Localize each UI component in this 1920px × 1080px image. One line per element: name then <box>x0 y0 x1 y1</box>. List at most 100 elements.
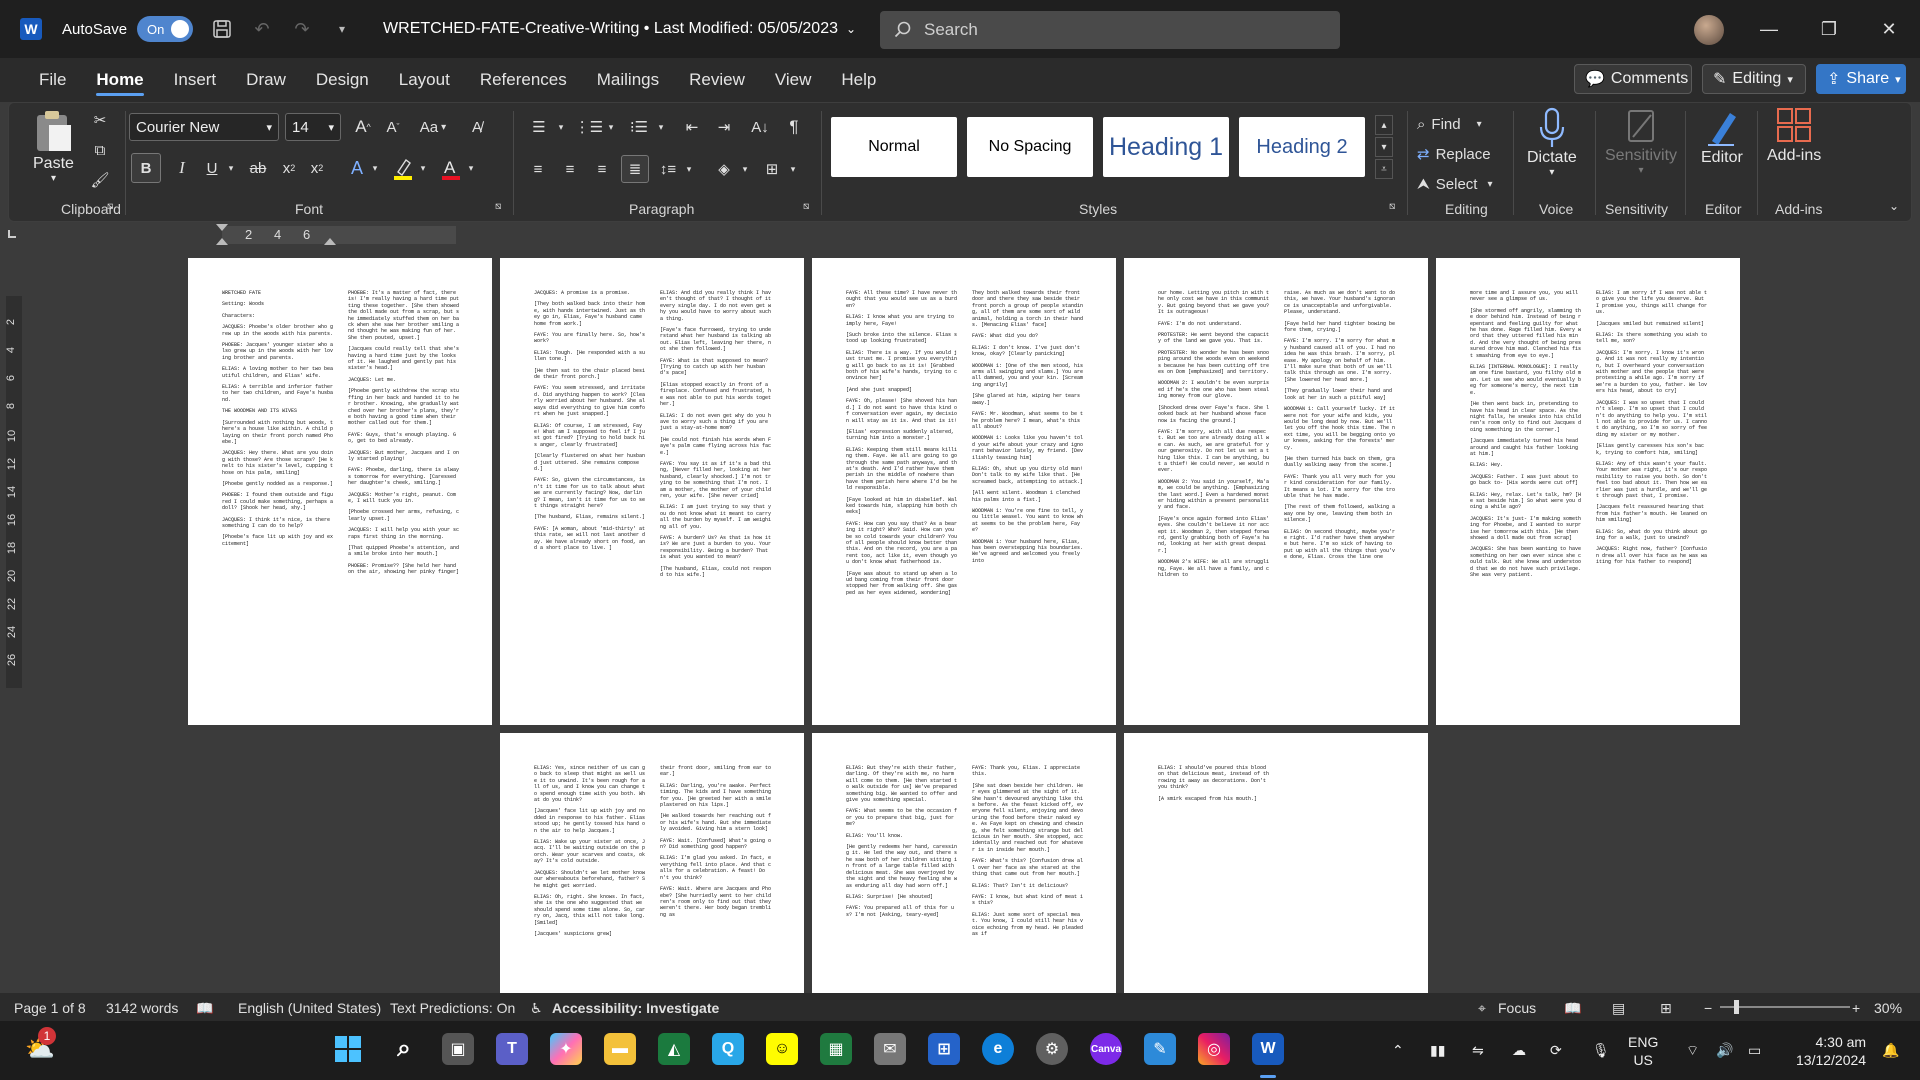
dialog-launcher-icon[interactable]: ⧅ <box>1389 201 1395 212</box>
sync-icon[interactable]: ⟳ <box>1550 1021 1562 1080</box>
read-mode-icon[interactable]: 📖 <box>1564 1000 1581 1017</box>
align-left-icon[interactable]: ≡ <box>525 155 551 183</box>
chevron-down-icon[interactable]: ▾ <box>417 153 429 183</box>
cut-icon[interactable]: ✂ <box>89 109 111 131</box>
word-taskbar-icon[interactable]: W <box>1252 1033 1284 1065</box>
chevron-down-icon[interactable]: ▾ <box>683 155 695 183</box>
dialog-launcher-icon[interactable]: ⧅ <box>803 201 809 212</box>
store-icon[interactable]: ⊞ <box>928 1033 960 1065</box>
instagram-icon[interactable]: ◎ <box>1198 1033 1230 1065</box>
superscript-icon[interactable]: x2 <box>305 153 329 183</box>
accessibility-status[interactable]: Accessibility: Investigate <box>552 1000 719 1016</box>
canva-icon[interactable]: Canva <box>1090 1033 1122 1065</box>
page-info[interactable]: Page 1 of 8 <box>14 1000 86 1016</box>
styles-scroll-down-icon[interactable]: ▾ <box>1375 137 1393 157</box>
chevron-down-icon[interactable]: ▾ <box>225 153 237 183</box>
style-heading-1[interactable]: Heading 1 <box>1103 117 1229 177</box>
focus-button[interactable]: Focus <box>1498 1000 1536 1016</box>
dialog-launcher-icon[interactable]: ⧅ <box>107 201 113 212</box>
document-page[interactable]: WRETCHED FATE Setting: Woods Characters: JA… <box>188 258 492 725</box>
teams-icon[interactable]: T <box>496 1033 528 1065</box>
style-no-spacing[interactable]: No Spacing <box>967 117 1093 177</box>
styles-scroll-up-icon[interactable]: ▴ <box>1375 115 1393 135</box>
tab-insert[interactable]: Insert <box>159 58 232 102</box>
chevron-down-icon[interactable]: ▾ <box>605 115 617 139</box>
zoom-slider-thumb[interactable] <box>1734 1000 1739 1014</box>
mail-icon[interactable]: ✉ <box>874 1033 906 1065</box>
tab-design[interactable]: Design <box>301 58 384 102</box>
chevron-down-icon[interactable]: ▾ <box>369 153 381 183</box>
tray-app-icon[interactable]: ▮▮ <box>1430 1021 1445 1080</box>
zoom-level[interactable]: 30% <box>1874 1000 1902 1016</box>
grow-font-icon[interactable]: A ^ <box>351 115 375 139</box>
line-spacing-icon[interactable]: ↕≡ <box>655 155 681 183</box>
document-title[interactable]: WRETCHED-FATE-Creative-Writing • Last Mo… <box>383 20 856 38</box>
redo-icon[interactable]: ↷ <box>291 18 313 40</box>
tab-layout[interactable]: Layout <box>384 58 465 102</box>
proofing-icon[interactable]: 📖 <box>196 1000 213 1017</box>
tray-overflow-icon[interactable]: ⌃ <box>1392 1021 1404 1080</box>
italic-icon[interactable]: I <box>169 153 195 183</box>
right-indent-marker[interactable] <box>324 238 336 245</box>
clock[interactable]: 4:30 am 13/12/2024 <box>1796 1021 1866 1080</box>
tab-review[interactable]: Review <box>674 58 760 102</box>
clear-formatting-icon[interactable]: A̸ <box>465 115 489 139</box>
snapchat-icon[interactable]: ☺ <box>766 1033 798 1065</box>
collapse-ribbon-icon[interactable]: ⌄ <box>1889 199 1899 213</box>
styles-more-icon[interactable]: ⩡ <box>1375 159 1393 179</box>
microphone-tray-icon[interactable]: 🎙 <box>1592 1021 1610 1080</box>
dictate-button[interactable]: Dictate ▾ <box>1527 107 1577 178</box>
autosave-toggle[interactable]: On <box>137 16 194 42</box>
share-button[interactable]: ⇪ Share ▾ <box>1816 64 1906 94</box>
font-size-select[interactable]: 14 ▾ <box>285 113 341 141</box>
text-predictions-status[interactable]: Text Predictions: On <box>390 1000 515 1016</box>
ruler-bar[interactable] <box>222 226 456 244</box>
tab-mailings[interactable]: Mailings <box>582 58 674 102</box>
borders-icon[interactable]: ⊞ <box>759 155 785 183</box>
find-button[interactable]: ⌕ Find ▾ <box>1417 111 1482 137</box>
strikethrough-icon[interactable]: ab <box>245 153 271 183</box>
close-icon[interactable]: ✕ <box>1860 0 1918 58</box>
style-normal[interactable]: Normal <box>831 117 957 177</box>
settings-gear-icon[interactable]: ⚙ <box>1036 1033 1068 1065</box>
edge-icon[interactable]: e <box>982 1033 1014 1065</box>
multilevel-list-icon[interactable]: ⁝☰ <box>625 115 653 139</box>
paste-button[interactable]: Paste ▾ <box>33 109 74 184</box>
editor-button[interactable]: Editor <box>1701 107 1743 167</box>
first-line-indent-marker[interactable] <box>216 224 228 231</box>
shrink-font-icon[interactable]: Aˇ <box>381 115 405 139</box>
change-case-button[interactable]: Aa ▾ <box>413 115 453 139</box>
wifi-icon[interactable]: ⌔ <box>1686 1021 1699 1080</box>
left-indent-marker[interactable] <box>216 238 228 245</box>
text-effects-icon[interactable]: A <box>345 153 369 183</box>
document-page[interactable]: ELIAS: I should've poured this blood on … <box>1124 733 1428 993</box>
paint-icon[interactable]: ✎ <box>1144 1033 1176 1065</box>
justify-icon[interactable]: ≣ <box>621 155 649 183</box>
show-formatting-icon[interactable]: ¶ <box>781 115 807 139</box>
increase-indent-icon[interactable]: ⇥ <box>711 115 737 139</box>
align-center-icon[interactable]: ≡ <box>557 155 583 183</box>
word-count[interactable]: 3142 words <box>106 1000 178 1016</box>
style-heading-2[interactable]: Heading 2 <box>1239 117 1365 177</box>
document-page[interactable]: ELIAS: Yes, since neither of us can go b… <box>500 733 804 993</box>
tab-home[interactable]: Home <box>81 58 158 102</box>
chevron-down-icon[interactable]: ▾ <box>655 115 667 139</box>
sensitivity-button[interactable]: Sensitivity ▾ <box>1605 107 1677 176</box>
notifications-icon[interactable]: 🔔 <box>1882 1021 1899 1080</box>
tray-app-icon[interactable]: ⇋ <box>1472 1021 1484 1080</box>
bullets-icon[interactable]: ☰ <box>525 115 553 139</box>
tab-view[interactable]: View <box>760 58 827 102</box>
print-layout-icon[interactable]: ▤ <box>1612 1000 1625 1017</box>
restore-icon[interactable]: ❐ <box>1800 0 1858 58</box>
tab-references[interactable]: References <box>465 58 582 102</box>
decrease-indent-icon[interactable]: ⇤ <box>679 115 705 139</box>
numbering-icon[interactable]: ⋮☰ <box>575 115 603 139</box>
select-button[interactable]: ⮝ Select ▾ <box>1417 171 1493 197</box>
quick-assist-icon[interactable]: Q <box>712 1033 744 1065</box>
file-explorer-icon[interactable]: ▬ <box>604 1033 636 1065</box>
search-icon[interactable]: ⌕ <box>388 1033 420 1065</box>
tab-selector-icon[interactable] <box>8 230 16 238</box>
cloud-icon[interactable]: ☁ <box>1512 1021 1526 1080</box>
start-icon[interactable] <box>332 1033 364 1065</box>
tab-file[interactable]: File <box>24 58 81 102</box>
